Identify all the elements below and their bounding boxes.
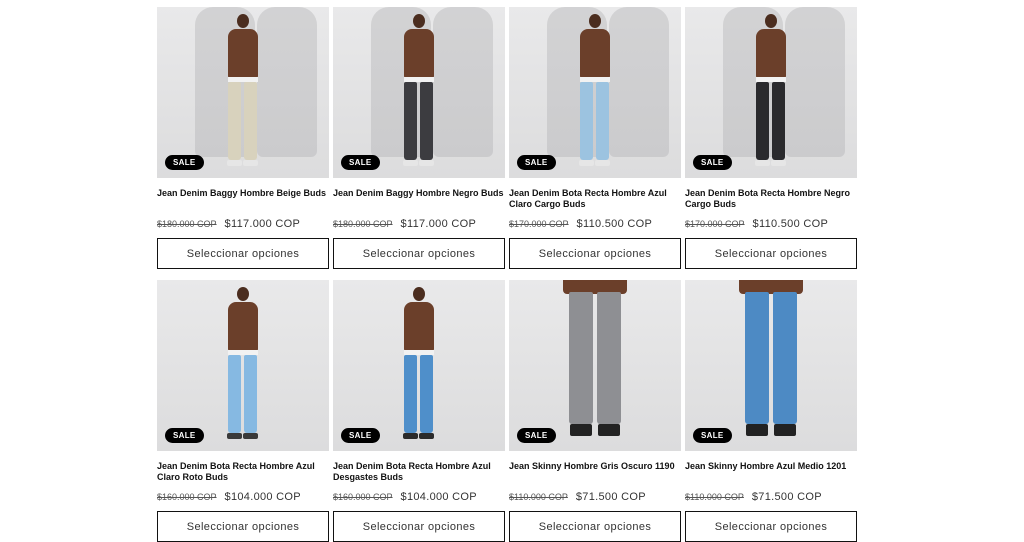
compare-at-price: $160.000 COP	[157, 492, 217, 502]
model-figure	[394, 7, 444, 178]
model-figure	[746, 7, 796, 178]
model-figure	[218, 280, 268, 451]
compare-at-price: $160.000 COP	[333, 492, 393, 502]
product-card[interactable]: SALE Jean Denim Bota Recta Hombre Azul Cl…	[509, 7, 681, 269]
product-image[interactable]: SALE	[157, 280, 329, 451]
sale-price: $117.000 COP	[224, 218, 301, 230]
product-title[interactable]: Jean Skinny Hombre Gris Oscuro 1190	[509, 461, 681, 483]
product-card[interactable]: SALE Jean Denim Bota Recta Hombre Negro C…	[685, 7, 857, 269]
price-row: $180.000 COP $117.000 COP	[333, 218, 505, 232]
product-card[interactable]: SALE Jean Skinny Hombre Gris Oscuro 1190 $…	[509, 280, 681, 542]
sale-badge: SALE	[693, 155, 732, 170]
price-row: $110.000 COP $71.500 COP	[685, 491, 857, 505]
sale-price: $104.000 COP	[224, 491, 301, 503]
product-title[interactable]: Jean Denim Baggy Hombre Negro Buds	[333, 188, 505, 210]
product-title[interactable]: Jean Denim Baggy Hombre Beige Buds	[157, 188, 329, 210]
model-figure	[218, 7, 268, 178]
product-image[interactable]: SALE	[333, 7, 505, 178]
product-title[interactable]: Jean Denim Bota Recta Hombre Azul Desgas…	[333, 461, 505, 483]
product-image[interactable]: SALE	[685, 7, 857, 178]
product-card[interactable]: SALE Jean Denim Baggy Hombre Beige Buds $1…	[157, 7, 329, 269]
sale-price: $71.500 COP	[751, 491, 822, 503]
sale-badge: SALE	[693, 428, 732, 443]
product-image[interactable]: SALE	[157, 7, 329, 178]
product-card[interactable]: SALE Jean Skinny Hombre Azul Medio 1201 $1…	[685, 280, 857, 542]
sale-price: $117.000 COP	[400, 218, 477, 230]
select-options-button[interactable]: Seleccionar opciones	[685, 238, 857, 269]
product-title[interactable]: Jean Denim Bota Recta Hombre Negro Cargo…	[685, 188, 857, 210]
product-grid: SALE Jean Denim Baggy Hombre Beige Buds $1…	[157, 7, 857, 542]
product-image[interactable]: SALE	[509, 7, 681, 178]
product-image[interactable]: SALE	[333, 280, 505, 451]
compare-at-price: $110.000 COP	[685, 492, 744, 502]
model-figure	[570, 7, 620, 178]
model-figure	[739, 280, 803, 451]
compare-at-price: $170.000 COP	[509, 219, 569, 229]
product-card[interactable]: SALE Jean Denim Bota Recta Hombre Azul Cl…	[157, 280, 329, 542]
select-options-button[interactable]: Seleccionar opciones	[509, 511, 681, 542]
product-card[interactable]: SALE Jean Denim Baggy Hombre Negro Buds $1…	[333, 7, 505, 269]
model-figure	[563, 280, 627, 451]
select-options-button[interactable]: Seleccionar opciones	[157, 511, 329, 542]
select-options-button[interactable]: Seleccionar opciones	[685, 511, 857, 542]
price-row: $160.000 COP $104.000 COP	[333, 491, 505, 505]
select-options-button[interactable]: Seleccionar opciones	[157, 238, 329, 269]
model-figure	[394, 280, 444, 451]
price-row: $170.000 COP $110.500 COP	[509, 218, 681, 232]
sale-price: $104.000 COP	[400, 491, 477, 503]
sale-badge: SALE	[165, 428, 204, 443]
select-options-button[interactable]: Seleccionar opciones	[333, 238, 505, 269]
sale-badge: SALE	[517, 428, 556, 443]
sale-price: $71.500 COP	[575, 491, 646, 503]
sale-badge: SALE	[517, 155, 556, 170]
price-row: $170.000 COP $110.500 COP	[685, 218, 857, 232]
sale-badge: SALE	[341, 155, 380, 170]
compare-at-price: $180.000 COP	[333, 219, 393, 229]
select-options-button[interactable]: Seleccionar opciones	[509, 238, 681, 269]
product-card[interactable]: SALE Jean Denim Bota Recta Hombre Azul De…	[333, 280, 505, 542]
compare-at-price: $170.000 COP	[685, 219, 745, 229]
sale-price: $110.500 COP	[752, 218, 829, 230]
compare-at-price: $180.000 COP	[157, 219, 217, 229]
price-row: $160.000 COP $104.000 COP	[157, 491, 329, 505]
compare-at-price: $110.000 COP	[509, 492, 568, 502]
price-row: $110.000 COP $71.500 COP	[509, 491, 681, 505]
product-image[interactable]: SALE	[509, 280, 681, 451]
sale-badge: SALE	[341, 428, 380, 443]
product-title[interactable]: Jean Skinny Hombre Azul Medio 1201	[685, 461, 857, 483]
product-title[interactable]: Jean Denim Bota Recta Hombre Azul Claro …	[157, 461, 329, 483]
sale-price: $110.500 COP	[576, 218, 653, 230]
product-image[interactable]: SALE	[685, 280, 857, 451]
product-title[interactable]: Jean Denim Bota Recta Hombre Azul Claro …	[509, 188, 681, 210]
price-row: $180.000 COP $117.000 COP	[157, 218, 329, 232]
select-options-button[interactable]: Seleccionar opciones	[333, 511, 505, 542]
sale-badge: SALE	[165, 155, 204, 170]
